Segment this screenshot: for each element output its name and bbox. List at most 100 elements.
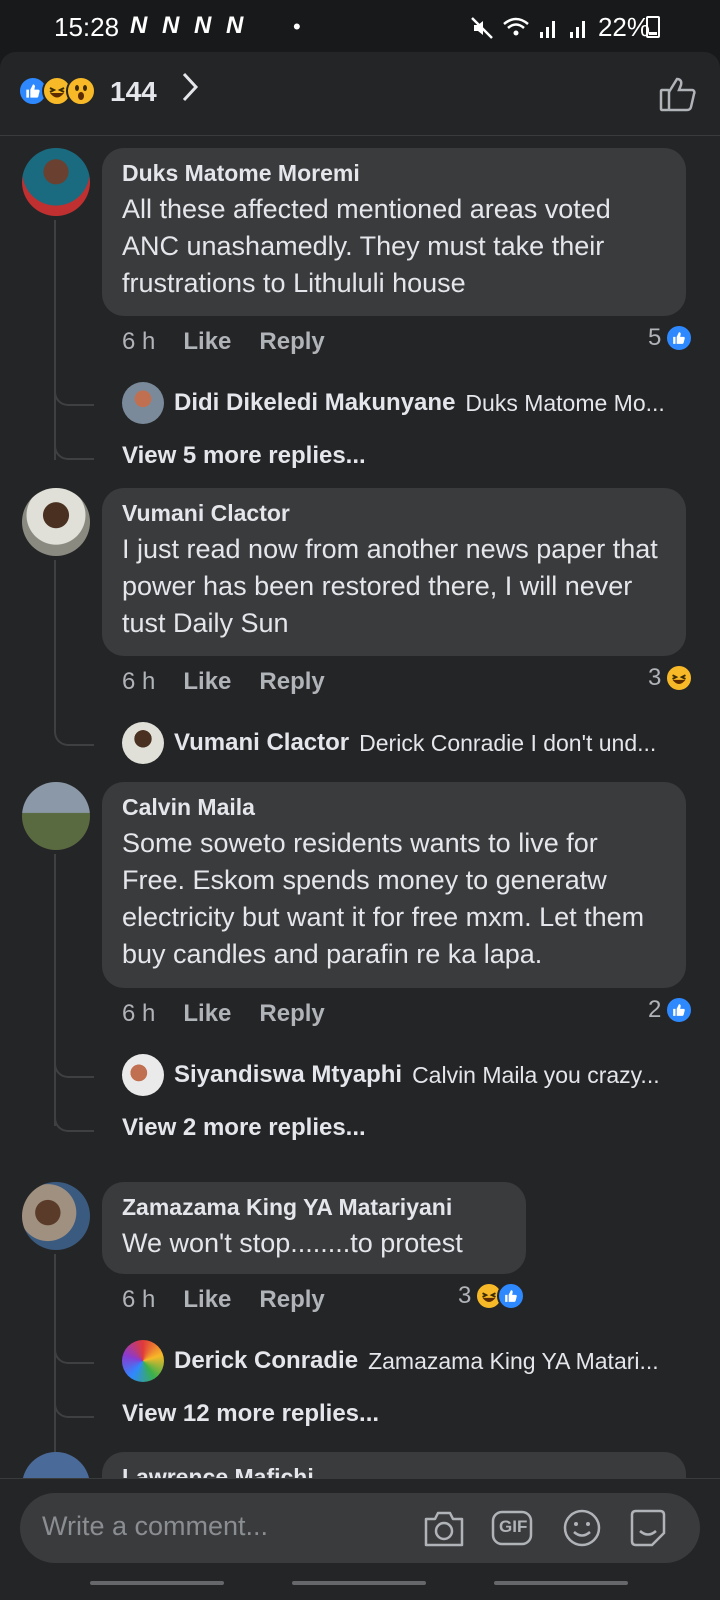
comment-actions: 6 h Like Reply xyxy=(122,1286,325,1314)
reaction-count: 2 xyxy=(648,996,662,1023)
reply-text: Duks Matome Mo... xyxy=(465,389,665,416)
reply-author[interactable]: Vumani Clactor xyxy=(174,729,349,757)
like-button[interactable]: Like xyxy=(183,668,231,696)
like-icon xyxy=(497,1282,526,1310)
thumbs-up-icon xyxy=(659,77,696,112)
reaction-count: 5 xyxy=(648,324,662,351)
avatar[interactable] xyxy=(122,1340,164,1382)
comment-time: 6 h xyxy=(122,668,156,695)
emoji-icon[interactable] xyxy=(560,1507,604,1549)
avatar[interactable] xyxy=(22,1182,90,1250)
comment-bubble[interactable]: Vumani Clactor I just read now from anot… xyxy=(102,488,686,656)
like-icon xyxy=(665,996,694,1024)
reply-author[interactable]: Siyandiswa Mtyaphi xyxy=(174,1061,402,1089)
chevron-right-icon[interactable] xyxy=(180,70,200,112)
reaction-count: 3 xyxy=(648,664,662,691)
reply-connector xyxy=(54,1390,94,1418)
reply-connector xyxy=(54,1050,94,1078)
like-button[interactable]: Like xyxy=(183,1286,231,1314)
signal-icon-2 xyxy=(569,20,585,38)
reply-text: Derick Conradie I don't und... xyxy=(359,729,657,756)
nav-bar xyxy=(90,1581,224,1585)
reply-preview[interactable]: Derick Conradie Zamazama King YA Matari.… xyxy=(122,1340,692,1382)
signal-icon xyxy=(539,20,555,38)
comment-author[interactable]: Vumani Clactor xyxy=(122,500,666,527)
like-post-button[interactable] xyxy=(658,76,698,112)
reply-connector xyxy=(54,1104,94,1132)
reaction-count: 3 xyxy=(458,1282,472,1309)
comment-reactions[interactable]: 3 xyxy=(458,1282,526,1310)
avatar[interactable] xyxy=(122,382,164,424)
comment-reactions[interactable]: 3 xyxy=(648,664,694,692)
view-more-replies-link[interactable]: View 12 more replies... xyxy=(122,1400,379,1428)
comment-field[interactable]: GIF xyxy=(20,1493,700,1563)
reply-connector xyxy=(54,378,94,406)
more-notifications-dot: • xyxy=(293,14,301,39)
thread-line xyxy=(54,560,56,722)
thread-line xyxy=(54,854,56,1126)
mute-icon xyxy=(471,16,493,39)
wifi-icon xyxy=(503,17,529,35)
like-icon xyxy=(665,324,694,352)
comment-text: All these affected mentioned areas voted… xyxy=(122,194,611,298)
reply-connector xyxy=(54,718,94,746)
comment-author[interactable]: Calvin Maila xyxy=(122,794,666,821)
reply-preview[interactable]: Vumani Clactor Derick Conradie I don't u… xyxy=(122,722,692,764)
gif-button[interactable]: GIF xyxy=(490,1507,534,1549)
reply-preview[interactable]: Siyandiswa Mtyaphi Calvin Maila you craz… xyxy=(122,1054,692,1096)
view-more-replies-link[interactable]: View 2 more replies... xyxy=(122,1114,366,1142)
comment-time: 6 h xyxy=(122,1286,156,1313)
comment-bubble[interactable]: Zamazama King YA Matariyani We won't sto… xyxy=(102,1182,526,1274)
battery-percent: 22% xyxy=(597,12,650,42)
status-bar: 15:28 N N N N • 22% xyxy=(0,0,720,52)
avatar[interactable] xyxy=(122,1054,164,1096)
reply-button[interactable]: Reply xyxy=(259,1000,324,1028)
reaction-count[interactable]: 144 xyxy=(110,76,157,108)
comments-sheet: 144 Duks Matome Moremi All these affecte… xyxy=(0,52,720,1600)
sticker-icon[interactable] xyxy=(626,1507,670,1549)
reply-text: Calvin Maila you crazy... xyxy=(412,1061,660,1088)
avatar[interactable] xyxy=(22,782,90,850)
like-button[interactable]: Like xyxy=(183,1000,231,1028)
comment-input[interactable] xyxy=(42,1511,422,1542)
comment-text: Some soweto residents wants to live for … xyxy=(122,828,645,969)
reactions-header[interactable]: 144 xyxy=(0,52,720,136)
comment-reactions[interactable]: 5 xyxy=(648,324,694,352)
comment-actions: 6 h Like Reply xyxy=(122,328,325,356)
comment-composer: GIF xyxy=(0,1478,720,1600)
nav-bar xyxy=(292,1581,426,1585)
gif-label: GIF xyxy=(499,1517,528,1536)
comment-reactions[interactable]: 2 xyxy=(648,996,694,1024)
comment-author[interactable]: Duks Matome Moremi xyxy=(122,160,666,187)
view-more-replies-link[interactable]: View 5 more replies... xyxy=(122,442,366,470)
notification-icons: N N N N xyxy=(130,12,248,39)
camera-icon[interactable] xyxy=(422,1507,466,1549)
avatar[interactable] xyxy=(22,148,90,216)
comment-author[interactable]: Zamazama King YA Matariyani xyxy=(122,1194,506,1221)
reply-button[interactable]: Reply xyxy=(259,668,324,696)
reply-preview[interactable]: Didi Dikeledi Makunyane Duks Matome Mo..… xyxy=(122,382,692,424)
reply-connector xyxy=(54,1336,94,1364)
thread-line xyxy=(54,220,56,460)
haha-icon xyxy=(665,664,694,692)
avatar[interactable] xyxy=(22,488,90,556)
reply-button[interactable]: Reply xyxy=(259,328,324,356)
reply-connector xyxy=(54,432,94,460)
battery-icon xyxy=(646,16,660,38)
comment-bubble[interactable]: Calvin Maila Some soweto residents wants… xyxy=(102,782,686,988)
comment-text: I just read now from another news paper … xyxy=(122,534,658,638)
reaction-icons xyxy=(18,76,96,108)
reply-button[interactable]: Reply xyxy=(259,1286,324,1314)
nav-bar xyxy=(494,1581,628,1585)
like-button[interactable]: Like xyxy=(183,328,231,356)
avatar[interactable] xyxy=(122,722,164,764)
comment-actions: 6 h Like Reply xyxy=(122,668,325,696)
wow-icon xyxy=(66,76,96,106)
reply-author[interactable]: Derick Conradie xyxy=(174,1347,358,1375)
comment-bubble[interactable]: Duks Matome Moremi All these affected me… xyxy=(102,148,686,316)
comment-actions: 6 h Like Reply xyxy=(122,1000,325,1028)
comment-text: We won't stop........to protest xyxy=(122,1228,463,1258)
reply-author[interactable]: Didi Dikeledi Makunyane xyxy=(174,389,455,417)
reply-text: Zamazama King YA Matari... xyxy=(368,1347,659,1374)
comment-time: 6 h xyxy=(122,1000,156,1027)
